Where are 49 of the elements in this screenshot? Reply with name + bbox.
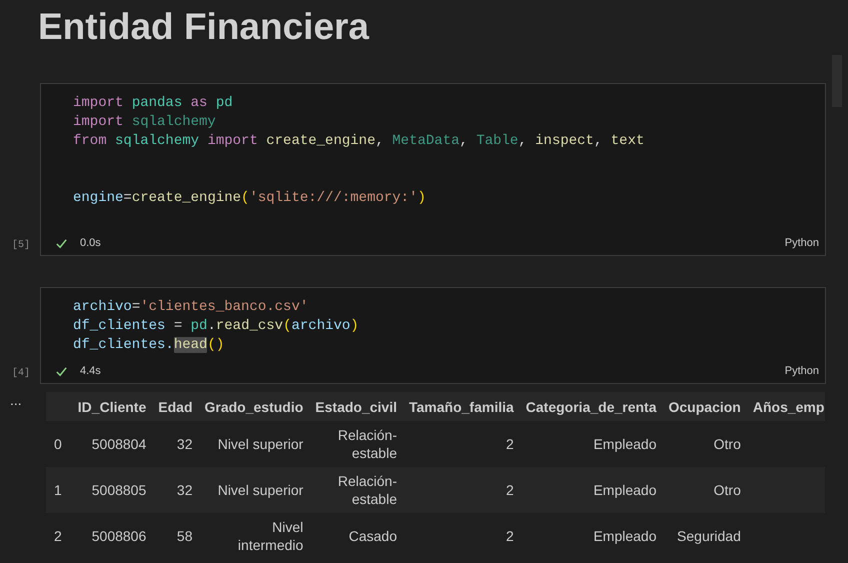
column-header: Grado_estudio [198, 392, 310, 421]
table-cell: Empleado [593, 527, 656, 545]
code-line: archivo='clientes_banco.csv' [73, 298, 310, 317]
code-cell[interactable]: archivo='clientes_banco.csv' df_clientes = pd.read_csv(archivo) df_clientes.head() 4.4s Python [40, 287, 826, 384]
code-line: import pandas as pd [73, 94, 234, 113]
column-header: ID_Cliente [72, 392, 152, 421]
table-cell: Nivel superior [218, 481, 304, 499]
table-cell: 2 [506, 435, 514, 453]
table-cell: Otro [714, 435, 741, 453]
execution-count: [4] [12, 368, 30, 379]
column-header: Categoria_de_renta [520, 392, 662, 421]
execution-time: 4.4s [80, 365, 101, 377]
table-cell-text: Relación-estable [336, 472, 397, 508]
table-cell: Otro [714, 481, 741, 499]
output-menu[interactable]: ... [10, 393, 22, 407]
table-cell: 5008804 [92, 435, 146, 453]
column-header: Edad [152, 392, 198, 421]
table-cell: Casado [348, 527, 397, 545]
execution-count: [5] [12, 240, 30, 251]
table-cell: Empleado [593, 481, 656, 499]
table-cell: Empleado [593, 435, 656, 453]
code-cell[interactable]: import pandas as pd import sqlalchemy from sqlalchemy import create_engine, MetaData, Table, inspect, text engine=create_engine('sqlite:///:memory:') 0.0s Python [40, 83, 826, 256]
code-line: df_clientes = pd.read_csv(archivo) [73, 317, 360, 336]
table-cell-text: Nivel intermedio [236, 518, 304, 554]
code-line: df_clientes.head() [73, 336, 226, 355]
table-cell: Seguridad [677, 527, 741, 545]
table-cell: 58 [176, 527, 192, 545]
table-cell: Nivel superior [218, 435, 304, 453]
execution-time: 0.0s [80, 237, 101, 249]
language-label[interactable]: Python [784, 237, 819, 249]
column-header: Años_emp [746, 392, 825, 421]
code-line: from sqlalchemy import create_engine, MetaData, Table, inspect, text [73, 132, 646, 151]
notebook-heading: Entidad Financiera [38, 5, 370, 49]
row-index: 1 [46, 467, 72, 513]
table-cell: 32 [176, 481, 192, 499]
column-header: Tamaño_familia [403, 392, 520, 421]
language-label[interactable]: Python [784, 365, 819, 377]
row-index: 2 [46, 513, 72, 559]
code-line: engine=create_engine('sqlite:///:memory:') [73, 189, 427, 208]
table-cell: 5008806 [92, 527, 146, 545]
code-line: import sqlalchemy [73, 113, 217, 132]
table-cell: 2 [506, 481, 514, 499]
table-cell-text: Relación-estable [336, 426, 397, 462]
row-index: 0 [46, 421, 72, 467]
column-header: Estado_civil [309, 392, 403, 421]
table-cell: 2 [506, 527, 514, 545]
table-cell: 5008805 [92, 481, 146, 499]
table-cell: 32 [176, 435, 192, 453]
column-header: Ocupacion [662, 392, 747, 421]
